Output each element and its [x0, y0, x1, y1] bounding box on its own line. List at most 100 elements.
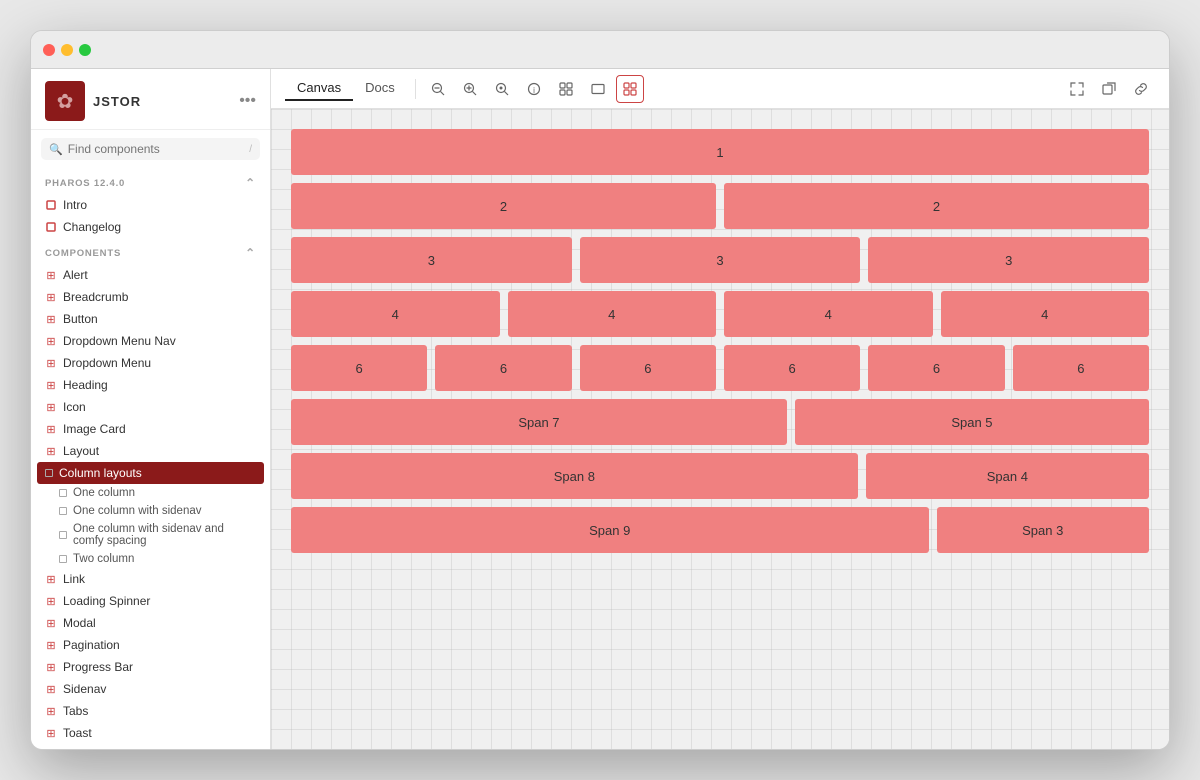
link-button[interactable] [1127, 75, 1155, 103]
sidebar-item-tabs[interactable]: ⊞ Tabs [31, 700, 270, 722]
col-block: 6 [724, 345, 860, 391]
sidebar-item-progress-bar-label: Progress Bar [63, 660, 133, 674]
col-block: 4 [724, 291, 933, 337]
pagination-icon: ⊞ [45, 639, 57, 651]
col-block: 3 [291, 237, 572, 283]
sidebar-item-tabs-label: Tabs [63, 704, 88, 718]
sidebar-item-dropdown-menu[interactable]: ⊞ Dropdown Menu [31, 352, 270, 374]
close-button[interactable] [43, 44, 55, 56]
sidebar-item-heading[interactable]: ⊞ Heading [31, 374, 270, 396]
sidebar-item-toggle-button-group[interactable]: ⊞ Toggle Button Group [31, 744, 270, 749]
search-bar[interactable]: 🔍 / [41, 138, 260, 160]
viewport-button[interactable] [584, 75, 612, 103]
more-options-button[interactable]: ••• [239, 92, 256, 110]
col-block: 4 [941, 291, 1150, 337]
title-bar [31, 31, 1169, 69]
sidebar-item-modal[interactable]: ⊞ Modal [31, 612, 270, 634]
sidebar-item-toast-label: Toast [63, 726, 92, 740]
grid-view-button[interactable] [552, 75, 580, 103]
sidebar-item-heading-label: Heading [63, 378, 108, 392]
canvas-row-6: 6 6 6 6 6 6 [291, 345, 1149, 391]
canvas-area[interactable]: 1 2 2 3 3 3 4 4 [271, 109, 1169, 749]
active-tool-button[interactable] [616, 75, 644, 103]
toolbar-divider [415, 79, 416, 99]
modal-icon: ⊞ [45, 617, 57, 629]
sidebar-item-pagination[interactable]: ⊞ Pagination [31, 634, 270, 656]
tab-canvas[interactable]: Canvas [285, 76, 353, 101]
one-column-comfy-icon [59, 531, 67, 539]
logo-text: JSTOR [93, 94, 141, 109]
sidebar-item-link-label: Link [63, 572, 85, 586]
toast-icon: ⊞ [45, 727, 57, 739]
logo-area: ✿ JSTOR [45, 81, 141, 121]
sidebar-item-layout[interactable]: ⊞ Layout [31, 440, 270, 462]
sidebar-item-breadcrumb[interactable]: ⊞ Breadcrumb [31, 286, 270, 308]
sidebar-item-sidenav-label: Sidenav [63, 682, 106, 696]
sidebar-item-link[interactable]: ⊞ Link [31, 568, 270, 590]
tab-docs[interactable]: Docs [353, 76, 407, 101]
sidebar-item-icon[interactable]: ⊞ Icon [31, 396, 270, 418]
col-block: 2 [291, 183, 716, 229]
col-block: 4 [291, 291, 500, 337]
sidebar-item-column-layouts[interactable]: Column layouts [37, 462, 264, 484]
sidebar-item-changelog[interactable]: Changelog [31, 216, 270, 238]
col-block: 4 [508, 291, 717, 337]
canvas-row-2: 2 2 [291, 183, 1149, 229]
canvas-row-span84: Span 8 Span 4 [291, 453, 1149, 499]
icon-icon: ⊞ [45, 401, 57, 413]
col-block-span3: Span 3 [937, 507, 1150, 553]
search-shortcut: / [249, 144, 252, 155]
canvas-inner: 1 2 2 3 3 3 4 4 [291, 129, 1149, 553]
col-block: 6 [291, 345, 427, 391]
sidebar-item-toast[interactable]: ⊞ Toast [31, 722, 270, 744]
search-input[interactable] [68, 142, 245, 156]
sidebar-item-image-card[interactable]: ⊞ Image Card [31, 418, 270, 440]
one-column-icon [59, 489, 67, 497]
sidebar-item-loading-spinner[interactable]: ⊞ Loading Spinner [31, 590, 270, 612]
sidebar-item-one-column-sidenav-comfy[interactable]: One column with sidenav and comfy spacin… [31, 520, 270, 550]
col-block-span5: Span 5 [795, 399, 1149, 445]
col-block: 3 [580, 237, 861, 283]
alert-icon: ⊞ [45, 269, 57, 281]
maximize-button[interactable] [79, 44, 91, 56]
col-block-span9: Span 9 [291, 507, 929, 553]
sidebar-item-alert[interactable]: ⊞ Alert [31, 264, 270, 286]
reset-zoom-button[interactable] [488, 75, 516, 103]
sidebar-item-pagination-label: Pagination [63, 638, 120, 652]
col-block: 1 [291, 129, 1149, 175]
progress-bar-icon: ⊞ [45, 661, 57, 673]
sidebar-item-button[interactable]: ⊞ Button [31, 308, 270, 330]
app-window: ✿ JSTOR ••• 🔍 / PHAROS 12.4.0 ⌃ Intro [30, 30, 1170, 750]
canvas-row-span93: Span 9 Span 3 [291, 507, 1149, 553]
tabs-icon: ⊞ [45, 705, 57, 717]
toolbar-right [1063, 75, 1155, 103]
search-icon: 🔍 [49, 143, 63, 156]
version-section-label: PHAROS 12.4.0 ⌃ [31, 168, 270, 194]
sidebar-item-two-column[interactable]: Two column [31, 550, 270, 568]
column-layouts-sub-icon [45, 469, 53, 477]
minimize-button[interactable] [61, 44, 73, 56]
sidebar-item-one-column-sidenav[interactable]: One column with sidenav [31, 502, 270, 520]
logo-icon: ✿ [45, 81, 85, 121]
new-window-button[interactable] [1095, 75, 1123, 103]
sidebar-item-progress-bar[interactable]: ⊞ Progress Bar [31, 656, 270, 678]
sidebar-item-changelog-label: Changelog [63, 220, 121, 234]
sidebar-item-dropdown-menu-label: Dropdown Menu [63, 356, 151, 370]
sidebar-item-one-column[interactable]: One column [31, 484, 270, 502]
sidebar-item-alert-label: Alert [63, 268, 88, 282]
sidebar-item-intro[interactable]: Intro [31, 194, 270, 216]
zoom-in-button[interactable] [456, 75, 484, 103]
info-button[interactable]: i [520, 75, 548, 103]
sidebar-header: ✿ JSTOR ••• [31, 69, 270, 130]
sidebar-item-dropdown-menu-nav[interactable]: ⊞ Dropdown Menu Nav [31, 330, 270, 352]
sidebar-item-sidenav[interactable]: ⊞ Sidenav [31, 678, 270, 700]
main-content: Canvas Docs i [271, 69, 1169, 749]
fullscreen-button[interactable] [1063, 75, 1091, 103]
col-block: 6 [435, 345, 571, 391]
toolbar: Canvas Docs i [271, 69, 1169, 109]
canvas-row-span75: Span 7 Span 5 [291, 399, 1149, 445]
breadcrumb-icon: ⊞ [45, 291, 57, 303]
button-icon: ⊞ [45, 313, 57, 325]
zoom-out-button[interactable] [424, 75, 452, 103]
sidebar-item-one-column-sidenav-label: One column with sidenav [73, 505, 201, 517]
